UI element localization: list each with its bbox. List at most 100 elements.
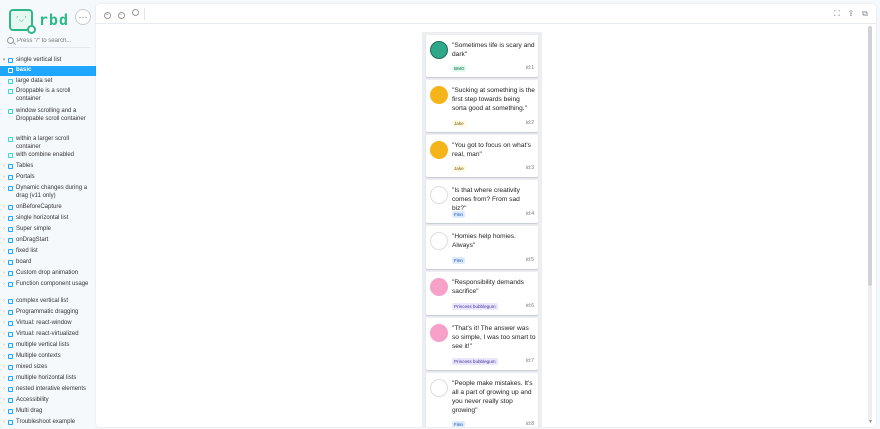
tree-story-item[interactable]: Droppable is a scroll container: [0, 87, 96, 107]
avatar: [430, 379, 448, 397]
tree-item-label: multiple vertical lists: [16, 342, 70, 348]
component-icon: [8, 365, 13, 370]
story-icon: [8, 89, 13, 94]
component-icon: [8, 332, 13, 337]
quote-id: id:7: [525, 358, 534, 364]
tree-item-label: board: [16, 259, 32, 265]
chevron-right-icon: ›: [3, 215, 5, 221]
quote-card[interactable]: "Sometimes life is scary and dark" BMO id:…: [426, 35, 538, 77]
search-input[interactable]: [17, 37, 89, 44]
chevron-right-icon: ›: [3, 309, 5, 315]
tree-component-item[interactable]: › Dynamic changes during a drag (v11 only…: [0, 184, 96, 203]
tree-component-item[interactable]: › Function component usage: [0, 280, 96, 297]
component-icon: [8, 238, 13, 243]
tree-component-item[interactable]: › Troubleshoot example: [0, 418, 96, 429]
tree-component-item[interactable]: › Portals: [0, 173, 96, 184]
avatar: [430, 41, 448, 59]
tree-item-label: Accessibility: [16, 397, 49, 403]
tree-component-item[interactable]: ▾ single vertical list: [0, 56, 96, 66]
author-badge: BMO: [452, 65, 467, 72]
chevron-right-icon: ›: [3, 185, 5, 191]
tree-component-item[interactable]: › fixed list: [0, 247, 96, 258]
component-icon: [8, 58, 13, 63]
share-icon[interactable]: ⇪: [846, 9, 856, 19]
scrollbar-thumb[interactable]: [868, 26, 872, 286]
story-icon: [8, 109, 13, 114]
tree-component-item[interactable]: › Programmatic dragging: [0, 308, 96, 319]
author-badge: Princess bubblegum: [452, 358, 498, 365]
search-icon: [7, 37, 14, 44]
tree-component-item[interactable]: › Tables: [0, 162, 96, 173]
quote-card[interactable]: "Homies help homies. Always" Finn id:5: [426, 226, 538, 269]
tree-component-item[interactable]: › Accessibility: [0, 396, 96, 407]
tree-component-item[interactable]: › Custom drop animation: [0, 269, 96, 280]
tree-item-label: onDragStart: [16, 237, 49, 243]
more-menu-button[interactable]: ···: [75, 9, 91, 25]
tree-story-item[interactable]: large data set: [0, 77, 96, 87]
brand-logo[interactable]: '◡' rbd: [9, 8, 69, 34]
tree-component-item[interactable]: › Multi drag: [0, 407, 96, 418]
quote-id: id:6: [525, 303, 534, 309]
brand-name: rbd: [38, 11, 69, 29]
search-box: [7, 36, 91, 48]
component-icon: [8, 299, 13, 304]
fullscreen-icon[interactable]: ⛶: [832, 9, 842, 19]
author-badge: Finn: [452, 211, 465, 218]
tree-item-label: Programmatic dragging: [16, 309, 79, 315]
tree-item-label: complex vertical list: [16, 298, 69, 304]
tree-component-item[interactable]: › Multiple contexts: [0, 352, 96, 363]
quote-card[interactable]: "You got to focus on what's real, man" Ja…: [426, 135, 538, 177]
chevron-right-icon: ›: [3, 364, 5, 370]
zoom-out-icon[interactable]: −: [116, 9, 126, 19]
zoom-reset-icon[interactable]: [130, 9, 140, 19]
tree-component-item[interactable]: › onBeforeCapture: [0, 203, 96, 214]
chevron-down-icon: ▾: [2, 57, 6, 63]
tree-story-item[interactable]: within a larger scroll container: [0, 135, 96, 151]
tree-component-item[interactable]: › multiple vertical lists: [0, 341, 96, 352]
quote-card[interactable]: "Sucking at something is the first step …: [426, 80, 538, 132]
tree-item-label: basic: [16, 67, 32, 73]
tree-component-item[interactable]: › single horizontal list: [0, 214, 96, 225]
vertical-scrollbar[interactable]: [868, 26, 872, 421]
tree-component-item[interactable]: › mixed sizes: [0, 363, 96, 374]
tree-component-item[interactable]: › nested interative elements: [0, 385, 96, 396]
tree-story-item[interactable]: basic: [0, 66, 96, 76]
tree-item-label: multiple horizontal lists: [16, 375, 77, 381]
tree-item-label: Troubleshoot example: [16, 419, 76, 425]
tree-component-item[interactable]: › complex vertical list: [0, 297, 96, 308]
tree-story-item[interactable]: with combine enabled: [0, 151, 96, 162]
story-icon: [8, 153, 13, 158]
quote-text: "Homies help homies. Always": [452, 233, 516, 249]
tree-item-label: Tables: [16, 163, 34, 169]
tree-component-item[interactable]: › onDragStart: [0, 236, 96, 247]
scroll-down-icon[interactable]: ▼: [868, 419, 873, 425]
avatar: [430, 141, 448, 159]
tree-item-label: single horizontal list: [16, 215, 69, 221]
copy-link-icon[interactable]: ⧉: [860, 9, 870, 19]
tree-item-label: Dynamic changes during a drag (v11 only): [16, 185, 88, 199]
quote-card[interactable]: "People make mistakes. It's all a part o…: [426, 373, 538, 427]
quote-card[interactable]: "Responsibility demands sacrifice" Prince…: [426, 272, 538, 315]
zoom-in-icon[interactable]: +: [102, 9, 112, 19]
quote-id: id:4: [525, 211, 534, 217]
tree-component-item[interactable]: › Virtual: react-virtualized: [0, 330, 96, 341]
droppable-list[interactable]: "Sometimes life is scary and dark" BMO id:…: [422, 32, 542, 427]
tree-component-item[interactable]: › board: [0, 258, 96, 269]
tree-component-item[interactable]: › multiple horizontal lists: [0, 374, 96, 385]
component-icon: [8, 310, 13, 315]
chevron-right-icon: ›: [3, 331, 5, 337]
quote-text: "Sucking at something is the first step …: [452, 87, 535, 112]
component-icon: [8, 354, 13, 359]
sidebar: '◡' rbd ··· ▾ single vertical list basic la…: [0, 0, 96, 429]
chevron-right-icon: ›: [3, 163, 5, 169]
avatar: [430, 86, 448, 104]
tree-component-item[interactable]: › Virtual: react-window: [0, 319, 96, 330]
chevron-right-icon: ›: [3, 419, 5, 425]
tree-item-label: with combine enabled: [16, 152, 75, 158]
quote-card[interactable]: "That's it! The answer was so simple, I …: [426, 318, 538, 370]
tree-item-label: Portals: [16, 174, 35, 180]
tree-component-item[interactable]: › Super simple: [0, 225, 96, 236]
tree-story-item[interactable]: window scrolling and a Droppable scroll …: [0, 107, 96, 135]
quote-card[interactable]: "Is that where creativity comes from? Fr…: [426, 180, 538, 223]
tree-item-label: large data set: [16, 78, 53, 84]
